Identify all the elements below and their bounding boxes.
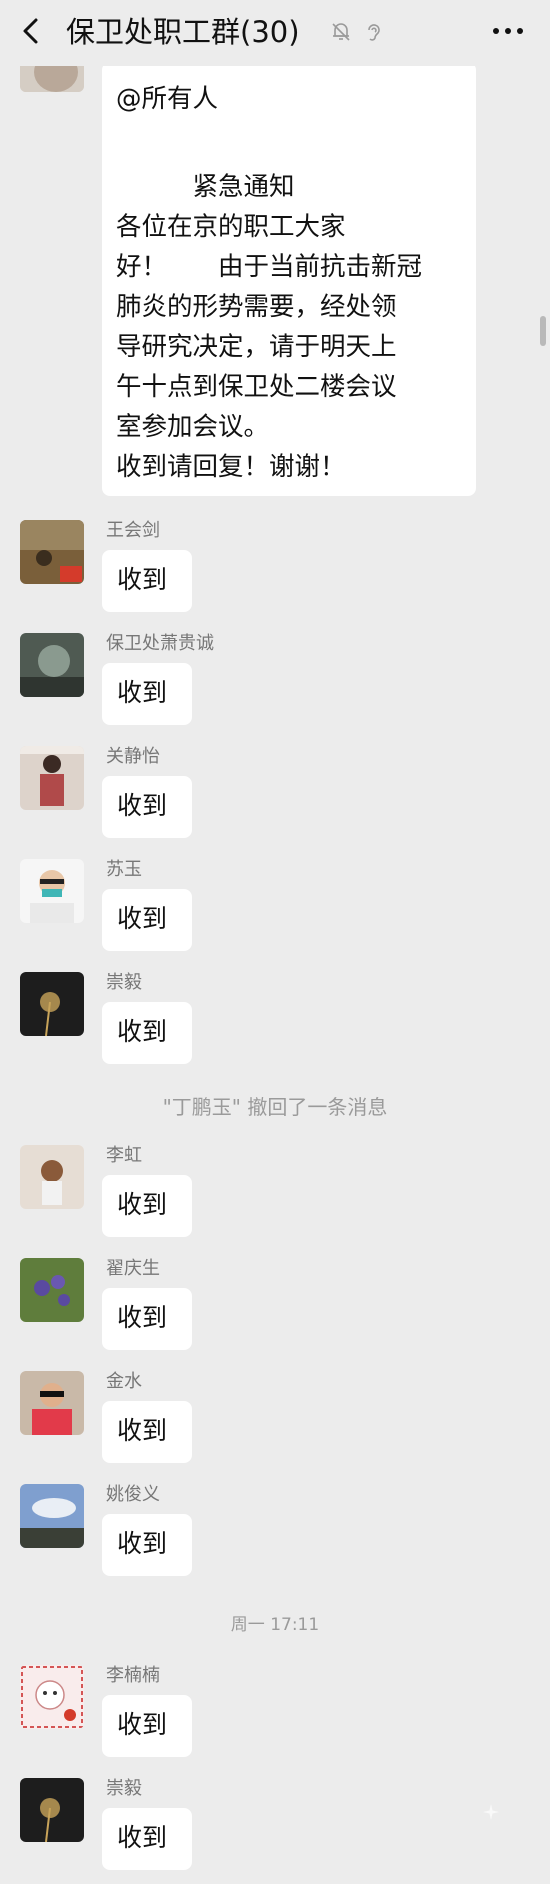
message-bubble[interactable]: 收到 [102,1695,192,1757]
avatar-photo-icon [20,1371,84,1435]
message-bubble[interactable]: 收到 [102,776,192,838]
message-text: 收到 [117,1190,168,1219]
message-line: 导研究决定，请于明天上 [116,332,397,362]
chat-message: 李楠楠 收到 [0,1665,550,1775]
message-line: 紧急通知 [116,172,295,202]
chat-message: 保卫处萧贵诚 收到 [0,633,550,743]
avatar[interactable] [20,633,84,697]
chat-header: 保卫处职工群(30) [0,0,550,66]
avatar[interactable] [20,1484,84,1548]
sender-name: 李楠楠 [106,1665,160,1686]
avatar[interactable] [20,859,84,923]
chat-message: 崇毅 收到 [0,1778,550,1884]
message-bubble[interactable]: 收到 [102,1401,192,1463]
message-text: 收到 [117,904,168,933]
sender-name: 翟庆生 [106,1258,160,1279]
sparkle-icon [483,1804,499,1820]
avatar-photo-icon [20,633,84,697]
message-text: 收到 [117,565,168,594]
more-dots-icon[interactable] [488,16,528,46]
message-bubble[interactable]: 收到 [102,889,192,951]
sender-name: 崇毅 [106,1778,142,1799]
message-text: 收到 [117,791,168,820]
sender-name: 姚俊义 [106,1484,160,1505]
message-bubble[interactable]: 收到 [102,1514,192,1576]
message-line: @所有人 [116,84,219,114]
message-line: 室参加会议。 [116,412,270,442]
chat-message: 翟庆生 收到 [0,1258,550,1368]
chat-message: 金水 收到 [0,1371,550,1481]
message-bubble[interactable]: 收到 [102,550,192,612]
message-line: 肺炎的形势需要，经处领 [116,292,397,322]
avatar[interactable] [20,1258,84,1322]
sender-name: 崇毅 [106,972,142,993]
message-bubble[interactable]: 收到 [102,1288,192,1350]
avatar[interactable] [20,746,84,810]
sender-name: 王会剑 [106,520,160,541]
avatar[interactable] [20,1145,84,1209]
avatar-cartoon-icon [20,1665,84,1729]
avatar-photo-icon [20,1145,84,1209]
avatar-photo-icon [20,520,84,584]
message-line: 好！ 由于当前抗击新冠 [116,252,423,282]
message-text: 收到 [117,1710,168,1739]
avatar-photo-icon [20,859,84,923]
bell-muted-icon [332,23,350,41]
chat-page: 保卫处职工群(30) @所有人 紧急通知 各位在京的职工大家 好！ 由于当前抗击… [0,0,550,1884]
message-line: 午十点到保卫处二楼会议 [116,372,397,402]
notice-message-bubble[interactable]: @所有人 紧急通知 各位在京的职工大家 好！ 由于当前抗击新冠 肺炎的形势需要，… [102,62,476,496]
ear-icon [368,24,380,41]
message-bubble[interactable]: 收到 [102,1175,192,1237]
message-text: 收到 [117,678,168,707]
chat-message: 崇毅 收到 [0,972,550,1082]
message-text: 收到 [117,1303,168,1332]
avatar[interactable] [20,1665,84,1729]
avatar-photo-icon [20,1484,84,1548]
chat-message: 关静怡 收到 [0,746,550,856]
message-bubble[interactable]: 收到 [102,1002,192,1064]
sender-name: 金水 [106,1371,142,1392]
message-text: 收到 [117,1416,168,1445]
avatar-photo-icon [20,972,84,1036]
chat-message: 苏玉 收到 [0,859,550,969]
timestamp: 周一 17:11 [230,1615,320,1635]
avatar-photo-icon [20,1258,84,1322]
chat-message: 李虹 收到 [0,1145,550,1255]
message-text: 收到 [117,1529,168,1558]
message-bubble[interactable]: 收到 [102,663,192,725]
back-arrow-icon[interactable] [16,16,46,46]
message-bubble[interactable]: 收到 [102,1808,192,1870]
recall-notice: "丁鹏玉" 撤回了一条消息 [162,1095,388,1119]
chat-title: 保卫处职工群(30) [66,15,300,49]
avatar-photo-icon [20,746,84,810]
avatar-photo-icon [20,1778,84,1842]
sender-name: 保卫处萧贵诚 [106,633,214,654]
avatar[interactable] [20,1371,84,1435]
avatar[interactable] [20,520,84,584]
chat-message: 姚俊义 收到 [0,1484,550,1594]
scrollbar-thumb[interactable] [540,316,546,346]
message-text: 收到 [117,1823,168,1852]
message-text: 收到 [117,1017,168,1046]
avatar[interactable] [20,1778,84,1842]
avatar[interactable] [20,972,84,1036]
sender-name: 关静怡 [106,746,160,767]
sender-name: 李虹 [106,1145,142,1166]
chat-message: 王会剑 收到 [0,520,550,630]
sender-name: 苏玉 [106,859,142,880]
message-line: 各位在京的职工大家 [116,212,346,242]
message-line: 收到请回复！谢谢！ [116,452,346,482]
